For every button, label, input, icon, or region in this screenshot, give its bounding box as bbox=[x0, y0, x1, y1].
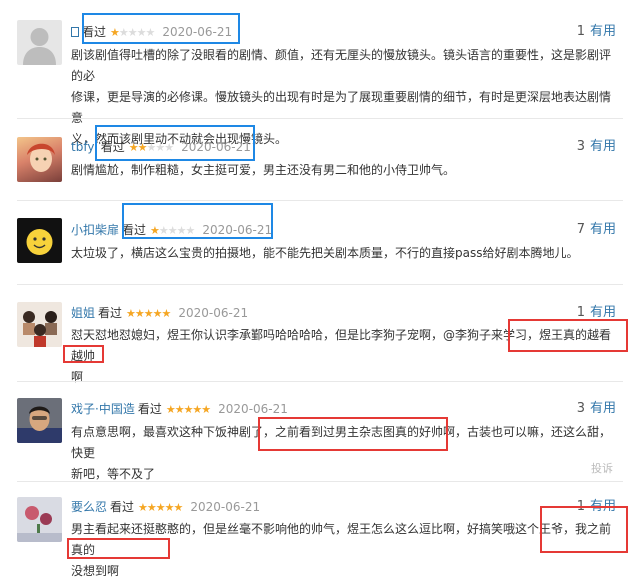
rating-stars: ★★★★★ bbox=[165, 403, 211, 416]
highlight-box-red bbox=[67, 538, 170, 559]
highlight-box-red bbox=[63, 345, 104, 363]
review-line: 修课，更是导演的必修课。慢放镜头的出现有时是为了展现重要剧情的细节，有时是更深层… bbox=[71, 90, 612, 125]
review-text: 剧情尴尬，制作粗糙，女主挺可爱，男主还没有男二和他的小侍卫帅气。 bbox=[71, 160, 619, 181]
watch-status: 看过 bbox=[137, 402, 162, 416]
highlight-box-blue bbox=[82, 13, 240, 44]
review-line: 剧情尴尬，制作粗糙，女主挺可爱，男主还没有男二和他的小侍卫帅气。 bbox=[71, 163, 456, 177]
divider bbox=[17, 200, 623, 201]
useful-vote: 7 有用 bbox=[577, 221, 616, 239]
divider bbox=[17, 284, 623, 285]
divider bbox=[17, 381, 623, 382]
watch-status: 看过 bbox=[110, 500, 135, 514]
man-portrait-avatar[interactable] bbox=[17, 398, 62, 443]
useful-count: 1 bbox=[576, 24, 585, 39]
useful-count: 3 bbox=[576, 139, 585, 154]
useful-count: 3 bbox=[576, 401, 585, 416]
anime-character-avatar[interactable] bbox=[17, 137, 62, 182]
review-meta: 戏子·中国造 看过 ★★★★★ 2020-06-21 bbox=[71, 400, 288, 418]
report-link[interactable]: 投诉 bbox=[591, 460, 613, 476]
review-line: 剧该剧值得吐槽的除了没眼看的剧情、颜值，还有无厘头的慢放镜头。镜头语言的重要性，… bbox=[71, 48, 612, 83]
useful-count: 7 bbox=[576, 222, 585, 237]
highlight-box-red bbox=[540, 506, 628, 553]
review-date: 2020-06-21 bbox=[218, 402, 288, 416]
username[interactable]: 要么忍 bbox=[71, 500, 107, 514]
review-text: 太垃圾了，横店这么宝贵的拍摄地，能不能先把关剧本质量，不行的直接pass给好剧本… bbox=[71, 243, 619, 264]
unknown-glyph-icon[interactable] bbox=[71, 27, 79, 37]
review-line: 太垃圾了，横店这么宝贵的拍摄地，能不能先把关剧本质量，不行的直接pass给好剧本… bbox=[71, 246, 579, 260]
useful-vote: 3 有用 bbox=[577, 138, 616, 156]
useful-vote: 1 有用 bbox=[577, 23, 616, 41]
review-date: 2020-06-21 bbox=[178, 306, 249, 320]
highlight-box-red bbox=[258, 417, 448, 451]
review-meta: 姐姐 看过 ★★★★★ 2020-06-21 bbox=[71, 304, 248, 322]
review-line: 没想到啊 bbox=[71, 564, 120, 578]
watch-status: 看过 bbox=[98, 306, 123, 320]
divider bbox=[17, 118, 623, 119]
highlight-box-red bbox=[508, 319, 628, 352]
group-photo-avatar[interactable] bbox=[17, 302, 62, 347]
username[interactable]: 姐姐 bbox=[71, 306, 95, 320]
useful-button[interactable]: 有用 bbox=[590, 24, 616, 39]
useful-count: 1 bbox=[576, 305, 585, 320]
divider bbox=[17, 481, 623, 482]
default-avatar-icon[interactable] bbox=[17, 20, 62, 65]
username[interactable]: tbfyl bbox=[71, 140, 98, 154]
review-line: 啊 bbox=[71, 370, 84, 384]
username[interactable]: 小扣柴扉 bbox=[71, 223, 119, 237]
useful-vote: 3 有用 bbox=[577, 400, 616, 418]
highlight-box-blue bbox=[122, 203, 273, 239]
flower-photo-avatar[interactable] bbox=[17, 497, 62, 542]
rating-stars: ★★★★★ bbox=[126, 307, 171, 320]
useful-button[interactable]: 有用 bbox=[590, 305, 616, 320]
smiley-face-avatar[interactable] bbox=[17, 218, 62, 263]
highlight-box-blue bbox=[95, 125, 255, 161]
rating-stars: ★★★★★ bbox=[138, 501, 183, 514]
username[interactable]: 戏子·中国造 bbox=[71, 402, 135, 416]
review-date: 2020-06-21 bbox=[190, 500, 261, 514]
useful-button[interactable]: 有用 bbox=[590, 222, 616, 237]
review-meta: 要么忍 看过 ★★★★★ 2020-06-21 bbox=[71, 498, 260, 516]
useful-button[interactable]: 有用 bbox=[590, 401, 616, 416]
useful-button[interactable]: 有用 bbox=[590, 139, 616, 154]
